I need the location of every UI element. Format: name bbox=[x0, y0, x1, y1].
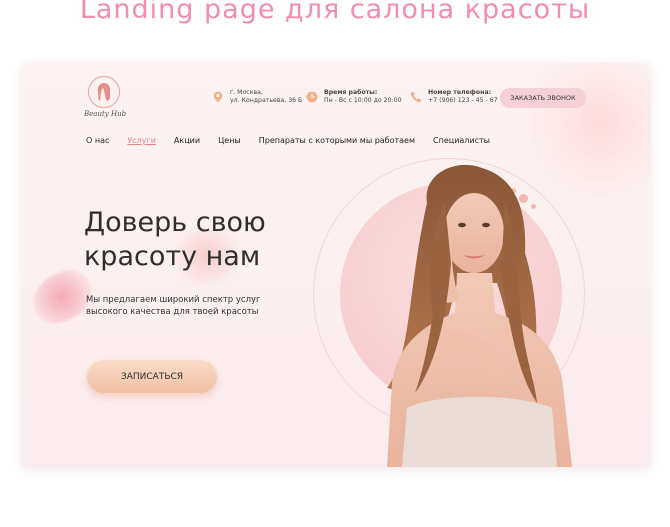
phone-value[interactable]: +7 (906) 123 - 45 - 67 bbox=[428, 97, 498, 105]
logo[interactable]: Beauty Hub bbox=[84, 76, 127, 118]
hours-label: Время работы: bbox=[324, 89, 378, 96]
hero-subtitle-line-2: высокого качества для твоей красоты bbox=[86, 307, 259, 317]
hair-silhouette-icon bbox=[88, 76, 120, 108]
logo-text: Beauty Hub bbox=[84, 110, 127, 118]
nav-item-promotions[interactable]: Акции bbox=[174, 136, 200, 145]
book-appointment-button[interactable]: ЗАПИСАТЬСЯ bbox=[87, 360, 217, 393]
address-info: г. Москва, ул. Кондратьева, 36 Б bbox=[212, 89, 302, 105]
location-pin-icon bbox=[213, 91, 223, 103]
phone-label: Номер телефона: bbox=[428, 89, 492, 96]
hero-subtitle: Мы предлагаем широкий спектр услуг высок… bbox=[86, 294, 306, 318]
hero-subtitle-line-1: Мы предлагаем широкий спектр услуг bbox=[86, 295, 261, 305]
hours-value: Пн - Вс с 10:00 до 20:00 bbox=[324, 97, 402, 104]
landing-page-frame: Beauty Hub г. Москва, ул. Кондратьева, 3… bbox=[22, 63, 650, 467]
hours-info: Время работы: Пн - Вс с 10:00 до 20:00 bbox=[306, 89, 402, 105]
page-background bbox=[0, 482, 670, 527]
clock-icon bbox=[306, 91, 318, 103]
phone-info: Номер телефона: +7 (906) 123 - 45 - 67 bbox=[410, 89, 498, 105]
main-nav: О нас Услуги Акции Цены Препараты с кото… bbox=[86, 136, 508, 145]
nav-item-products[interactable]: Препараты с которыми мы работаем bbox=[259, 136, 415, 145]
showcase-title: Landing page для салона красоты bbox=[79, 0, 591, 25]
address-line-1: г. Москва, bbox=[230, 89, 263, 96]
hero-title: Доверь свою красоту нам bbox=[84, 206, 266, 274]
nav-item-about[interactable]: О нас bbox=[86, 136, 109, 145]
hero-title-line-1: Доверь свою bbox=[84, 207, 266, 238]
hero-title-line-2: красоту нам bbox=[84, 241, 261, 272]
nav-item-specialists[interactable]: Специалисты bbox=[433, 136, 490, 145]
model-portrait bbox=[387, 164, 572, 467]
phone-icon bbox=[410, 91, 422, 103]
nav-item-services[interactable]: Услуги bbox=[127, 136, 156, 145]
address-line-2: ул. Кондратьева, 36 Б bbox=[230, 97, 303, 104]
nav-item-prices[interactable]: Цены bbox=[218, 136, 241, 145]
order-call-button[interactable]: ЗАКАЗАТЬ ЗВОНОК bbox=[500, 88, 586, 108]
